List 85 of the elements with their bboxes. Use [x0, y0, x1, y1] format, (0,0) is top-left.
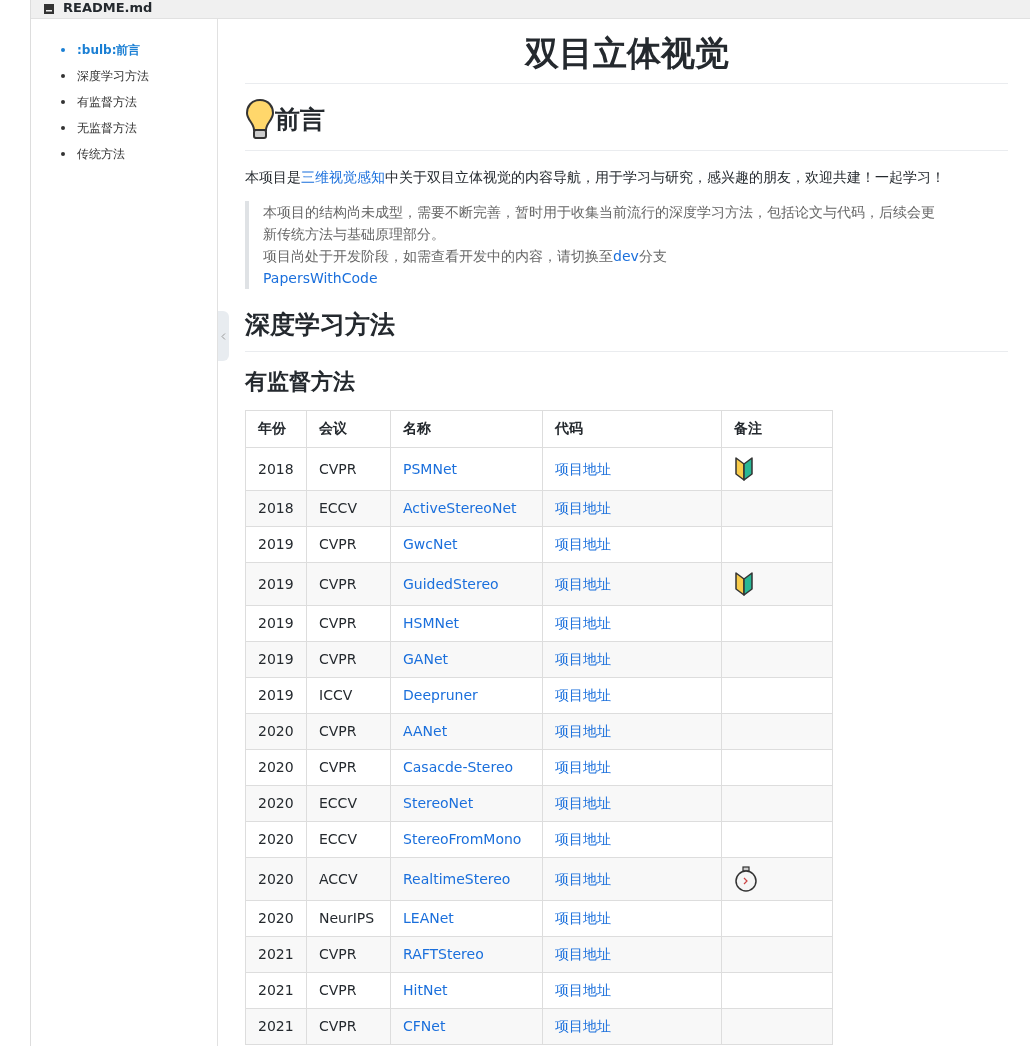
table-cell: CVPR — [306, 749, 391, 786]
code-link[interactable]: 项目地址 — [555, 1018, 611, 1034]
column-header: 备注 — [721, 410, 833, 448]
table-cell: CVPR — [306, 1008, 391, 1045]
code-link[interactable]: 项目地址 — [555, 687, 611, 703]
code-link[interactable]: 项目地址 — [555, 536, 611, 552]
table-cell: ACCV — [306, 857, 391, 901]
table-cell: 2019 — [245, 677, 307, 714]
paper-link[interactable]: GANet — [403, 651, 448, 667]
table-cell: 2020 — [245, 900, 307, 937]
table-cell: 2019 — [245, 526, 307, 563]
paper-link[interactable]: ActiveStereoNet — [403, 500, 517, 516]
text-link[interactable]: dev — [613, 248, 639, 264]
paper-link[interactable]: StereoNet — [403, 795, 474, 811]
table-cell: 2021 — [245, 1008, 307, 1045]
table-cell: CVPR — [306, 562, 391, 606]
table-cell: 2020 — [245, 713, 307, 750]
table-cell: CVPR — [306, 641, 391, 678]
page-title: 双目立体视觉 — [245, 29, 1008, 84]
code-link[interactable]: 项目地址 — [555, 982, 611, 998]
code-link[interactable]: 项目地址 — [555, 651, 611, 667]
table-cell: 2019 — [245, 641, 307, 678]
toc-link[interactable]: 有监督方法 — [77, 89, 137, 115]
table-cell: CVPR — [306, 447, 391, 491]
code-link[interactable]: 项目地址 — [555, 831, 611, 847]
paper-link[interactable]: GwcNet — [403, 536, 458, 552]
table-cell: CVPR — [306, 605, 391, 642]
table-cell: CVPR — [306, 936, 391, 973]
paper-link[interactable]: RealtimeStereo — [403, 870, 511, 887]
toc-link[interactable]: 无监督方法 — [77, 115, 137, 141]
toc-link[interactable]: 传统方法 — [77, 141, 125, 167]
table-cell: 2020 — [245, 785, 307, 822]
code-link[interactable]: 项目地址 — [555, 575, 611, 592]
table-cell: ECCV — [306, 785, 391, 822]
section-heading: 前言 — [245, 98, 1008, 151]
table-cell: 2019 — [245, 605, 307, 642]
code-link[interactable]: 项目地址 — [555, 500, 611, 516]
paper-link[interactable]: AANet — [403, 723, 448, 739]
table-cell: CVPR — [306, 526, 391, 563]
quote-text: 项目尚处于开发阶段，如需查看开发中的内容，请切换至dev分支 — [263, 247, 668, 266]
table-cell: 2018 — [245, 490, 307, 527]
paper-link[interactable]: Casacde-Stereo — [403, 759, 514, 775]
section-heading: 深度学习方法 — [245, 307, 1008, 352]
file-name: README.md — [63, 1, 153, 15]
table-cell: 2018 — [245, 447, 307, 491]
text-link[interactable]: 三维视觉感知 — [301, 169, 385, 185]
paper-link[interactable]: PSMNet — [403, 460, 457, 477]
paper-link[interactable]: RAFTStereo — [403, 946, 484, 962]
code-link[interactable]: 项目地址 — [555, 795, 611, 811]
column-header: 名称 — [390, 410, 543, 448]
paper-link[interactable]: HSMNet — [403, 615, 460, 631]
table-cell: 2020 — [245, 821, 307, 858]
paper-link[interactable]: GuidedStereo — [403, 575, 499, 592]
paper-link[interactable]: CFNet — [403, 1018, 446, 1034]
table-cell: ECCV — [306, 490, 391, 527]
table-cell: 2021 — [245, 972, 307, 1009]
table-cell: 2020 — [245, 857, 307, 901]
paper-link[interactable]: StereoFromMono — [403, 831, 522, 847]
column-header: 会议 — [306, 410, 391, 448]
table-cell: CVPR — [306, 713, 391, 750]
table-cell: 2021 — [245, 936, 307, 973]
paper-link[interactable]: Deepruner — [403, 687, 478, 703]
code-link[interactable]: 项目地址 — [555, 460, 611, 477]
text-link[interactable]: PapersWithCode — [263, 270, 378, 286]
code-link[interactable]: 项目地址 — [555, 723, 611, 739]
table-cell: 2020 — [245, 749, 307, 786]
column-header: 年份 — [245, 410, 307, 448]
subsection-heading: 有监督方法 — [245, 368, 356, 396]
quote-text: 本项目的结构尚未成型，需要不断完善，暂时用于收集当前流行的深度学习方法，包括论文与代码，后续会更新传统方法与基础原理部分。 — [263, 203, 936, 244]
table-cell: ICCV — [306, 677, 391, 714]
table-cell: NeurIPS — [306, 900, 391, 937]
paper-link[interactable]: LEANet — [403, 910, 454, 926]
table-cell: ECCV — [306, 821, 391, 858]
toc-link[interactable]: 深度学习方法 — [77, 63, 149, 89]
column-header: 代码 — [542, 410, 722, 448]
intro-paragraph: 本项目是三维视觉感知中关于双目立体视觉的内容导航，用于学习与研究，感兴趣的朋友，欢迎共建！一起学习！ — [245, 168, 946, 187]
code-link[interactable]: 项目地址 — [555, 759, 611, 775]
code-link[interactable]: 项目地址 — [555, 910, 611, 926]
table-cell: CVPR — [306, 972, 391, 1009]
code-link[interactable]: 项目地址 — [555, 946, 611, 962]
toc-link[interactable]: :bulb:前言 — [77, 37, 141, 63]
paper-link[interactable]: HitNet — [403, 982, 448, 998]
code-link[interactable]: 项目地址 — [555, 870, 611, 887]
code-link[interactable]: 项目地址 — [555, 615, 611, 631]
table-cell: 2019 — [245, 562, 307, 606]
